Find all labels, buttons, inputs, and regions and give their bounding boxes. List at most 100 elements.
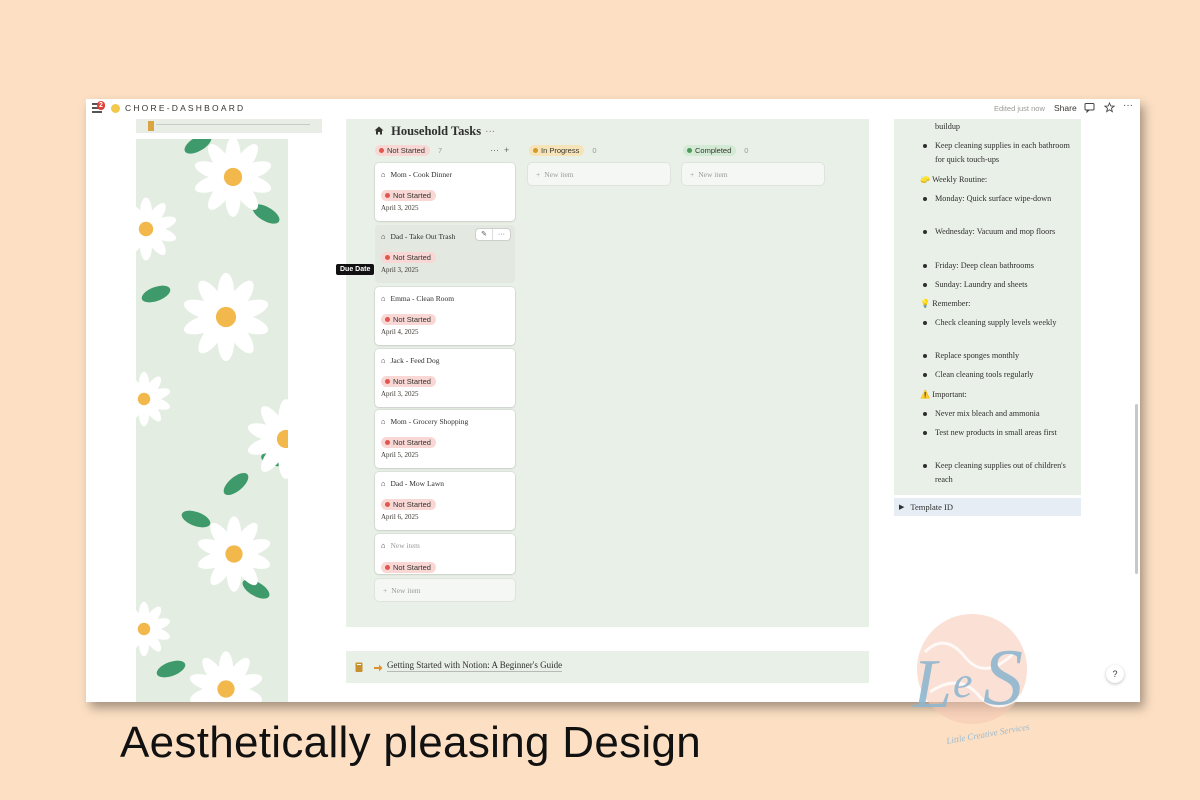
left-column-header [136, 119, 322, 133]
card-due-date: April 3, 2025 [381, 390, 419, 398]
card-title: ⌂ Mom - Cook Dinner [381, 170, 452, 179]
cleaning-tips-panel: buildup Keep cleaning supplies in each b… [894, 119, 1081, 495]
due-date-tooltip: Due Date [336, 264, 375, 275]
tip-heading: ⚠️ Important: [920, 390, 967, 399]
status-pill: Not Started [381, 562, 436, 573]
new-item-button[interactable]: + New item [375, 579, 515, 601]
marketing-caption: Aesthetically pleasing Design [120, 718, 702, 767]
task-card[interactable]: ⌂ Dad - Take Out Trash ✎ ··· Not Started A… [375, 225, 515, 283]
toggle-label: Template ID [910, 502, 953, 512]
status-label: Not Started [393, 377, 431, 386]
status-dot-icon [385, 255, 390, 260]
help-icon[interactable]: ? [1106, 665, 1124, 683]
tip-bullet: Test new products in small areas first [923, 426, 1075, 440]
card-more-icon[interactable]: ··· [493, 229, 510, 240]
board-title[interactable]: Household Tasks ··· [374, 124, 495, 139]
leaf [156, 660, 186, 678]
star-icon[interactable] [1103, 101, 1116, 116]
card-title-text: Mom - Cook Dinner [390, 170, 452, 179]
status-pill: Not Started [381, 437, 436, 448]
household-tasks-board: Household Tasks ··· Not Started 7 ··· + I… [346, 119, 869, 627]
share-button[interactable]: Share [1054, 103, 1077, 113]
card-status[interactable]: Not Started [381, 247, 436, 265]
status-pill: Not Started [381, 314, 436, 325]
column-count: 0 [744, 146, 749, 155]
task-card-untitled[interactable]: ⌂ New item Not Started [375, 534, 515, 574]
column-header-in-progress[interactable]: In Progress 0 [529, 145, 597, 156]
card-title: ⌂ Dad - Take Out Trash [381, 232, 455, 241]
card-status[interactable]: Not Started [381, 371, 436, 389]
more-options-icon[interactable]: ··· [1123, 100, 1133, 111]
add-icon[interactable]: + [504, 145, 509, 155]
status-label: Not Started [393, 500, 431, 509]
tip-bullet: Sunday: Laundry and sheets [923, 278, 1075, 292]
svg-text:e: e [953, 658, 973, 707]
new-item-button[interactable]: + New item [528, 163, 670, 185]
house-icon: ⌂ [381, 417, 386, 426]
status-label: Not Started [393, 253, 431, 262]
notification-badge[interactable]: 2 [97, 101, 105, 110]
svg-text:S: S [983, 634, 1023, 722]
house-icon: ⌂ [381, 356, 386, 365]
tip-bullet: Friday: Deep clean bathrooms [923, 259, 1075, 273]
status-label: Completed [695, 146, 732, 155]
status-pill: Not Started [381, 190, 436, 201]
card-title: ⌂ Dad - Mow Lawn [381, 479, 444, 488]
house-icon: ⌂ [381, 170, 386, 179]
triangle-right-icon[interactable]: ▶ [899, 503, 904, 511]
tip-bullet: Wednesday: Vacuum and mop floors [923, 225, 1075, 239]
new-item-label: New item [391, 585, 421, 595]
edit-icon[interactable]: ✎ [476, 229, 493, 240]
card-due-date: April 3, 2025 [381, 204, 419, 212]
column-header-not-started[interactable]: Not Started 7 [375, 145, 442, 156]
card-title: ⌂ Mom - Grocery Shopping [381, 417, 468, 426]
task-card[interactable]: ⌂ Jack - Feed Dog Not Started April 3, 20… [375, 349, 515, 407]
tip-text: buildup [935, 122, 961, 131]
status-dot-icon [385, 565, 390, 570]
tip-heading: 💡 Remember: [920, 299, 971, 308]
column-header-completed[interactable]: Completed 0 [683, 145, 748, 156]
tip-bullet: Clean cleaning tools regularly [923, 368, 1075, 382]
comment-icon[interactable] [1084, 102, 1095, 116]
status-dot-icon [385, 193, 390, 198]
card-due-date: April 4, 2025 [381, 328, 419, 336]
status-pill: Not Started [381, 376, 436, 387]
status-label: Not Started [393, 191, 431, 200]
task-card[interactable]: ⌂ Mom - Grocery Shopping Not Started Apri… [375, 410, 515, 468]
task-card[interactable]: ⌂ Mom - Cook Dinner Not Started April 3, … [375, 163, 515, 221]
template-id-toggle[interactable]: ▶ Template ID [894, 498, 1081, 516]
card-due-date[interactable]: April 3, 2025 [381, 266, 419, 274]
house-icon: ⌂ [381, 232, 386, 241]
tip-bullet: Monday: Quick surface wipe-down [923, 192, 1075, 206]
task-card[interactable]: ⌂ Dad - Mow Lawn Not Started April 6, 202… [375, 472, 515, 530]
card-status[interactable]: Not Started [381, 432, 436, 450]
guide-callout: Getting Started with Notion: A Beginner'… [346, 651, 869, 683]
task-card[interactable]: ⌂ Emma - Clean Room Not Started April 4, … [375, 287, 515, 345]
new-item-button[interactable]: + New item [682, 163, 824, 185]
status-dot-icon [385, 440, 390, 445]
card-title-text: New item [390, 541, 420, 550]
page-emoji-icon [111, 104, 120, 113]
tip-bullet: Keep cleaning supplies in each bathroom … [923, 139, 1075, 167]
guide-link[interactable]: Getting Started with Notion: A Beginner'… [387, 660, 563, 672]
leaf [181, 510, 211, 528]
page-title[interactable]: CHORE-DASHBOARD [125, 103, 245, 113]
daisy-flower [136, 601, 171, 657]
plus-icon: + [690, 169, 695, 179]
scrollbar[interactable] [1135, 404, 1138, 574]
status-pill: Not Started [381, 499, 436, 510]
card-status[interactable]: Not Started [381, 185, 436, 203]
card-status[interactable]: Not Started [381, 494, 436, 512]
status-label: In Progress [541, 146, 580, 155]
column-actions[interactable]: ··· + [490, 145, 509, 155]
daisy-flower [136, 197, 177, 261]
board-more-icon[interactable]: ··· [485, 127, 495, 138]
daisy-flower [197, 516, 271, 592]
column-more-icon[interactable]: ··· [490, 145, 499, 155]
top-bar: 2 CHORE-DASHBOARD Edited just now Share … [86, 99, 1140, 119]
card-status[interactable]: Not Started [381, 557, 436, 575]
status-dot-icon [379, 148, 384, 153]
card-title-text: Mom - Grocery Shopping [390, 417, 469, 426]
card-status[interactable]: Not Started [381, 309, 436, 327]
board-title-text: Household Tasks [391, 124, 482, 138]
